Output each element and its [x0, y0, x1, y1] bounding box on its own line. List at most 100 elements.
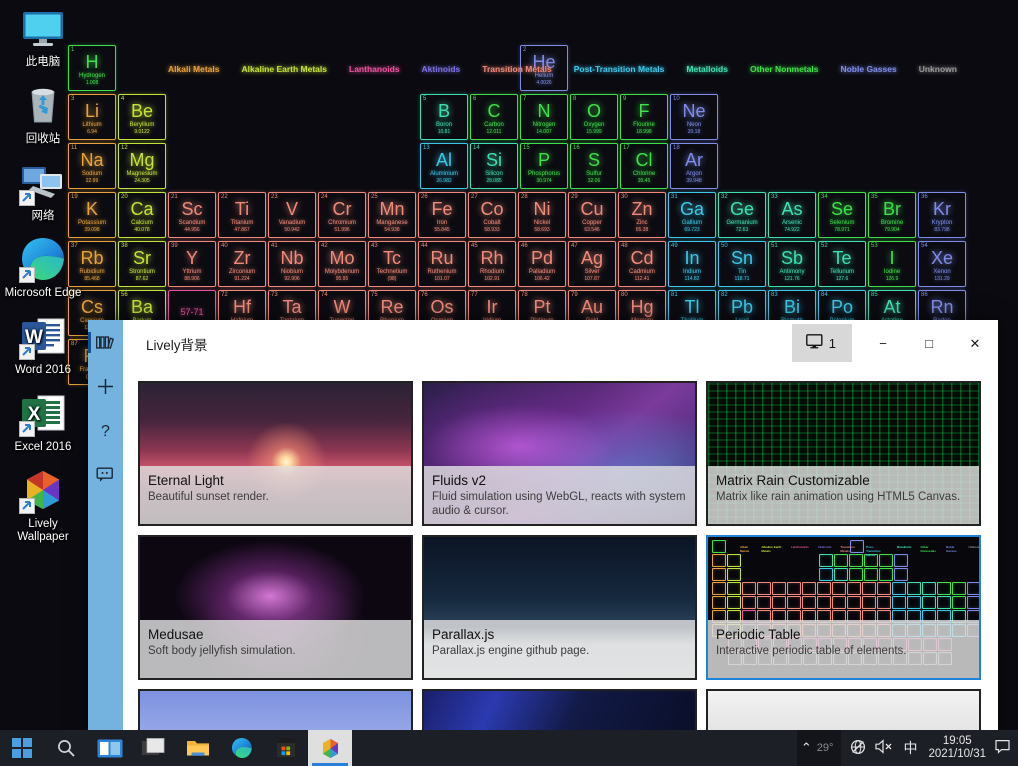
weather-chevron[interactable]: ⌃: [801, 740, 812, 756]
start-button[interactable]: [0, 730, 44, 766]
sidebar-item-add[interactable]: [88, 364, 123, 408]
periodic-table-cell: 51 Sb Antimony 121.76: [768, 241, 816, 287]
desktop-icon-this-pc[interactable]: 此电脑: [0, 4, 86, 69]
wallpaper-card[interactable]: Fluids v2 Fluid simulation using WebGL, r…: [422, 381, 697, 526]
desktop-icon-label: Word 2016: [14, 364, 72, 376]
periodic-table-cell: 44 Ru Ruthenium 101.07: [418, 241, 466, 287]
legend-item: Alkaline Earth Metals: [241, 64, 328, 74]
excel-icon: X: [19, 389, 67, 437]
sidebar-item-feedback[interactable]: [88, 452, 123, 496]
wallpaper-card-caption: Matrix Rain Customizable Matrix like rain…: [708, 466, 979, 524]
periodic-table-cell: 14 Si Silicon 28.085: [470, 143, 518, 189]
periodic-table-cell: 15 P Phosphorus 30.974: [520, 143, 568, 189]
window-button[interactable]: [132, 730, 176, 766]
periodic-table-cell: 29 Cu Copper 63.546: [568, 192, 616, 238]
close-button[interactable]: ✕: [952, 320, 998, 367]
periodic-table-legend: Alkali Metals Alkaline Earth Metals Lantha…: [168, 64, 979, 74]
task-view-button[interactable]: [88, 730, 132, 766]
wallpaper-card-caption: Periodic Table Interactive periodic table…: [708, 620, 979, 678]
task-view-icon: [97, 739, 123, 757]
periodic-table-cell: 52 Te Tellurium 127.6: [818, 241, 866, 287]
desktop-icon-lively[interactable]: Lively Wallpaper: [0, 466, 86, 544]
periodic-table-cell: 31 Ga Gallium 69.723: [668, 192, 716, 238]
monitor-icon: [805, 334, 823, 352]
periodic-table-row: 11 Na Sodium 22.99 12 Mg Magnesium 24.305 13 Al Al…: [68, 143, 948, 191]
wallpaper-card[interactable]: Matrix Rain Customizable Matrix like rain…: [706, 381, 981, 526]
wallpaper-card-caption: Medusae Soft body jellyfish simulation.: [140, 620, 411, 678]
maximize-button[interactable]: □: [906, 320, 952, 367]
edge-button[interactable]: [220, 730, 264, 766]
periodic-table-cell: 46 Pd Palladium 106.42: [518, 241, 566, 287]
legend-item: Noble Gasses: [840, 64, 897, 74]
weather-widget[interactable]: ⌃ 29°: [796, 730, 842, 766]
wallpaper-card[interactable]: Eternal Light Beautiful sunset render.: [138, 381, 413, 526]
word-icon: W: [19, 312, 67, 360]
network-icon: [19, 158, 67, 215]
system-tray: ⌃ 29° 中 19:05 2021/10/31: [796, 730, 1018, 766]
notification-icon[interactable]: [995, 739, 1010, 757]
wallpaper-card[interactable]: [138, 689, 413, 735]
clock-date: 2021/10/31: [928, 748, 986, 760]
minimize-button[interactable]: −: [860, 320, 906, 367]
periodic-table-cell: 33 As Arsenic 74.922: [768, 192, 816, 238]
this-pc-icon: [19, 4, 67, 52]
wallpaper-card[interactable]: Parallax.js Parallax.js engine github pag…: [422, 535, 697, 680]
desktop-icon-recycle-bin[interactable]: 回收站: [0, 81, 86, 146]
periodic-table-cell: 41 Nb Niobium 92.906: [268, 241, 316, 287]
window-titlebar[interactable]: Lively背景 1 − □ ✕: [88, 320, 998, 367]
search-icon: [58, 740, 75, 757]
wallpaper-card[interactable]: [706, 689, 981, 735]
periodic-table-cell: 28 Ni Nickel 58.693: [518, 192, 566, 238]
desktop-icon-label: Microsoft Edge: [4, 287, 82, 299]
periodic-table-spacer: [168, 94, 418, 140]
volume-muted-icon[interactable]: [875, 739, 894, 757]
periodic-table-cell: 26 Fe Iron 55.845: [418, 192, 466, 238]
weather-temp-label: 29°: [816, 742, 834, 754]
desktop-icon-label: Lively Wallpaper: [17, 518, 69, 543]
store-button[interactable]: [264, 730, 308, 766]
wallpaper-card-caption: Parallax.js Parallax.js engine github pag…: [424, 620, 695, 678]
desktop-icon-list: 此电脑回收站网络 Microsoft Edge W Word 2016 X Excel 2…: [0, 4, 86, 556]
sidebar-item-library[interactable]: [88, 320, 123, 364]
periodic-table-cell: 9 F Flourine 18.998: [620, 94, 668, 140]
periodic-table-cell: 43 Tc Technetium (98): [368, 241, 416, 287]
periodic-table-cell: 16 S Sulfur 32.06: [570, 143, 618, 189]
legend-item: Aktinoids: [421, 64, 461, 74]
desktop-icon-network[interactable]: 网络: [0, 158, 86, 223]
wallpaper-library-content: Eternal Light Beautiful sunset render. Flu…: [123, 367, 998, 735]
sidebar-item-help[interactable]: ?: [88, 408, 123, 452]
periodic-table-spacer: [168, 143, 418, 189]
periodic-table-row: 19 K Potassium 39.098 20 Ca Calcium 40.078 21 Sc S…: [68, 192, 966, 240]
periodic-table-cell: 12 Mg Magnesium 24.305: [118, 143, 166, 189]
wallpaper-card[interactable]: Medusae Soft body jellyfish simulation.: [138, 535, 413, 680]
search-button[interactable]: [44, 730, 88, 766]
periodic-table-cell: 34 Se Selenium 78.971: [818, 192, 866, 238]
taskbar: ⌃ 29° 中 19:05 2021/10/31: [0, 730, 1018, 766]
clock[interactable]: 19:05 2021/10/31: [928, 735, 986, 761]
periodic-table-cell: 21 Sc Scandium 44.956: [168, 192, 216, 238]
periodic-table-cell: 32 Ge Germanium 72.63: [718, 192, 766, 238]
wallpaper-card[interactable]: [422, 689, 697, 735]
periodic-table-row: 37 Rb Rubidium 85.468 38 Sr Strontium 87.62 39 Y Y…: [68, 241, 966, 289]
lively-button[interactable]: [308, 730, 352, 766]
periodic-table-cell: 13 Al Aluminium 26.982: [420, 143, 468, 189]
clock-time: 19:05: [942, 735, 972, 747]
ime-indicator[interactable]: 中: [903, 738, 917, 758]
speech-bubble-icon: [96, 467, 113, 482]
legend-item: Post-Transition Metals: [573, 64, 665, 74]
desktop-icon-word[interactable]: W Word 2016: [0, 312, 86, 377]
desktop-icon-excel[interactable]: X Excel 2016: [0, 389, 86, 454]
globe-no-internet-icon[interactable]: [850, 739, 866, 758]
file-explorer-button[interactable]: [176, 730, 220, 766]
wallpaper-card-title: Matrix Rain Customizable: [716, 473, 870, 488]
periodic-table-cell: 20 Ca Calcium 40.078: [118, 192, 166, 238]
wallpaper-card[interactable]: Alkali Metals Alkaline Earth Metals Lantha…: [706, 535, 981, 680]
window-title: Lively背景: [146, 337, 208, 353]
periodic-table-cell: 47 Ag Silver 107.87: [568, 241, 616, 287]
library-icon: [96, 335, 115, 349]
desktop-icon-edge[interactable]: Microsoft Edge: [0, 235, 86, 300]
windows-logo-icon: [12, 738, 32, 758]
periodic-table-cell: 27 Co Cobalt 58.933: [468, 192, 516, 238]
periodic-table-cell: 4 Be Beryllium 9.0122: [118, 94, 166, 140]
monitor-selector-button[interactable]: 1: [791, 324, 852, 362]
